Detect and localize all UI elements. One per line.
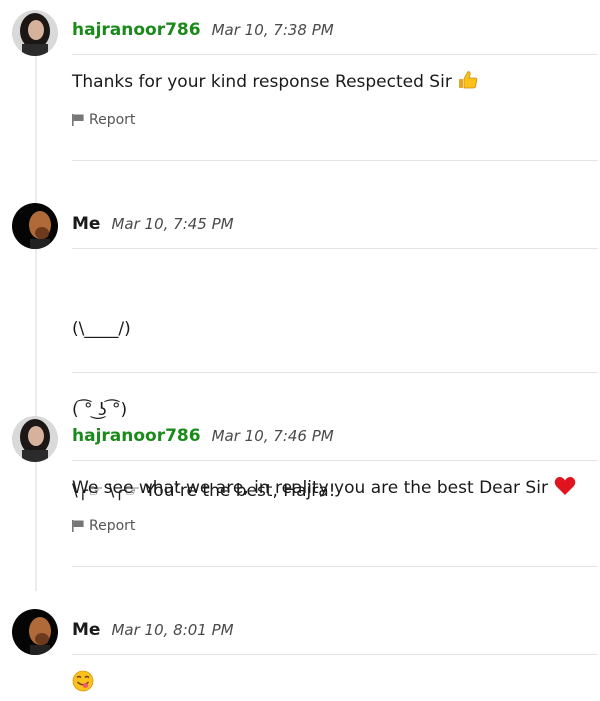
red-heart-icon	[554, 476, 576, 501]
message-text-content: We see what we are, in reality you are t…	[72, 478, 548, 498]
report-label: Report	[89, 112, 136, 128]
message-text: Thanks for your kind response Respected …	[72, 70, 478, 95]
username[interactable]: Me	[72, 214, 100, 234]
message-text-content: Thanks for your kind response Respected …	[72, 72, 452, 92]
timestamp[interactable]: Mar 10, 7:45 PM	[111, 215, 233, 233]
ascii-line-1: (\____/)	[72, 319, 131, 339]
thumbs-up-icon	[458, 70, 478, 95]
avatar-hajranoor786[interactable]	[12, 10, 58, 56]
timestamp[interactable]: Mar 10, 8:01 PM	[111, 621, 233, 639]
ascii-art-message: (\____/) ( ͡° ͜ʖ ͡°) \╭☞ \╭☞ You’re the …	[72, 262, 335, 559]
flag-icon	[72, 520, 84, 532]
message-divider	[72, 566, 598, 567]
header-divider	[72, 654, 598, 655]
smiling-face-tongue-icon	[72, 670, 94, 692]
report-button[interactable]: Report	[72, 112, 135, 128]
message-text: We see what we are, in reality you are t…	[72, 476, 576, 501]
avatar-hajranoor786[interactable]	[12, 416, 58, 462]
avatar-me[interactable]	[12, 203, 58, 249]
flag-icon	[72, 114, 84, 126]
username[interactable]: hajranoor786	[72, 20, 201, 40]
timestamp[interactable]: Mar 10, 7:38 PM	[212, 21, 334, 39]
message-divider	[72, 160, 598, 161]
message-emoji	[72, 670, 94, 696]
message-divider	[72, 372, 598, 373]
report-label: Report	[89, 518, 136, 534]
username[interactable]: hajranoor786	[72, 426, 201, 446]
header-divider	[72, 54, 598, 55]
timestamp[interactable]: Mar 10, 7:46 PM	[212, 427, 334, 445]
header-divider	[72, 460, 598, 461]
username[interactable]: Me	[72, 620, 100, 640]
header-divider	[72, 248, 598, 249]
report-button[interactable]: Report	[72, 518, 135, 534]
avatar-me[interactable]	[12, 609, 58, 655]
ascii-line-2: ( ͡° ͜ʖ ͡°)	[72, 400, 128, 420]
thread-line	[35, 56, 37, 591]
